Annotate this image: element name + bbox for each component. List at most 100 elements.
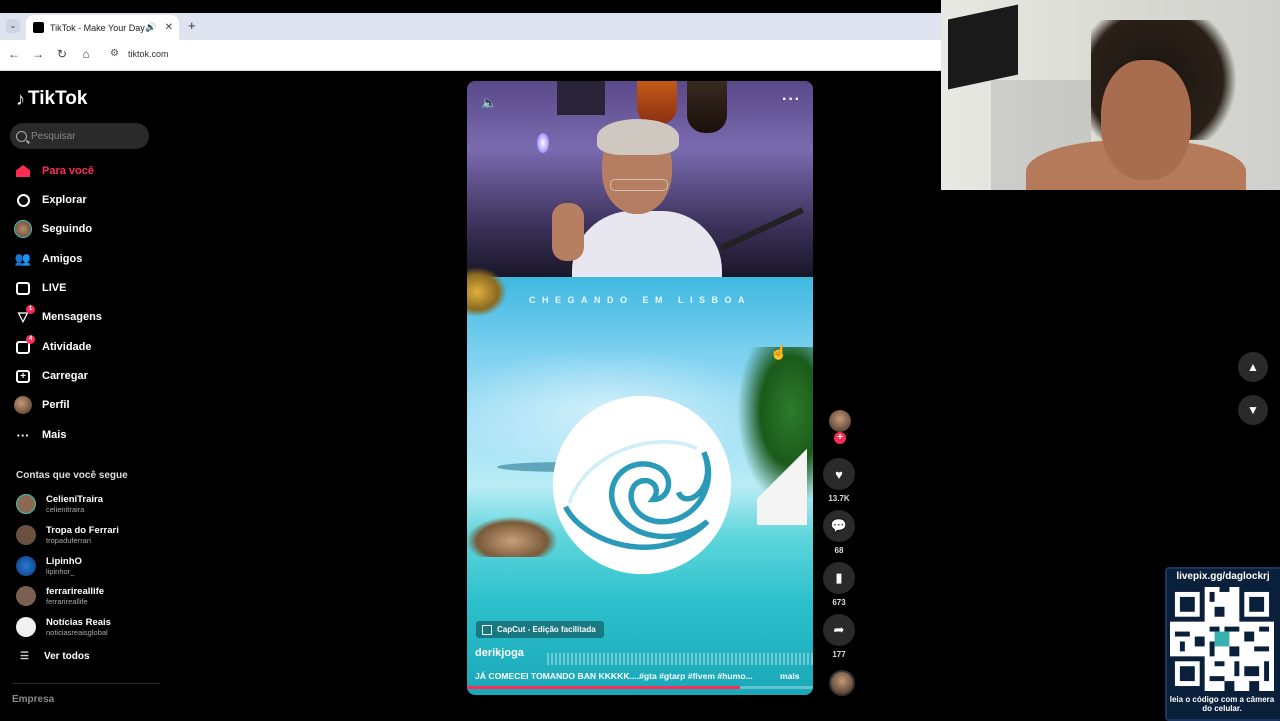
video-author[interactable]: derikjoga	[475, 647, 524, 659]
sidebar-item-atividade[interactable]: 4 Atividade	[14, 335, 164, 358]
sidebar-item-label: Seguindo	[42, 223, 93, 235]
glasses	[610, 179, 668, 191]
sidebar-item-label: LIVE	[42, 282, 67, 294]
sidebar-item-explorar[interactable]: Explorar	[14, 189, 164, 211]
account-name: CelieniTraira	[46, 493, 104, 505]
save-button[interactable]: ▮ 673	[823, 562, 855, 607]
comment-button[interactable]: 💬 68	[823, 510, 855, 555]
sidebar-item-seguindo[interactable]: Seguindo	[14, 218, 164, 240]
rock	[467, 517, 557, 557]
speaker-icon[interactable]: 🔊	[145, 22, 156, 33]
compass-icon	[14, 191, 32, 209]
upload-icon: +	[14, 367, 32, 385]
streamer-body	[572, 211, 722, 281]
qr-url: livepix.gg/daglockrj	[1176, 571, 1270, 582]
sidebar-item-label: Atividade	[42, 341, 92, 353]
creator-avatar[interactable]	[829, 410, 851, 432]
tiktok-logo[interactable]: ♪ TikTok	[16, 88, 87, 110]
sailboat	[757, 435, 807, 525]
account-item[interactable]: LipinhO lipinhor_	[16, 553, 166, 579]
sidebar-item-live[interactable]: LIVE	[14, 277, 164, 299]
messages-badge: 1	[26, 305, 35, 314]
account-name: LipinhO	[46, 555, 82, 567]
video-progress-fill	[467, 686, 741, 689]
new-tab-button[interactable]: +	[188, 18, 196, 33]
back-icon[interactable]: ←	[6, 47, 22, 61]
gameplay-scene: CHEGANDO EM LISBOA CapCut - Edição facil…	[467, 267, 813, 695]
avatar	[16, 494, 36, 514]
avatar	[16, 586, 36, 606]
footer-empresa-link[interactable]: Empresa	[12, 694, 54, 705]
search-icon	[16, 130, 27, 142]
save-count: 673	[832, 598, 846, 607]
account-handle: ferrarireallife	[46, 596, 88, 606]
search-input[interactable]: Pesquisar	[10, 123, 149, 149]
sidebar-item-mensagens[interactable]: ▽ 1 Mensagens	[14, 305, 164, 328]
wall-tv	[948, 4, 1018, 90]
avatar	[16, 617, 36, 637]
see-all-label: Ver todos	[43, 651, 90, 662]
capcut-text: CapCut - Edição facilitada	[497, 625, 596, 634]
more-dots-icon: ···	[16, 427, 30, 443]
share-arrow-icon: ➦	[823, 614, 855, 646]
qr-caption: leia o código com a câmera do celular.	[1169, 695, 1275, 713]
reload-icon[interactable]: ↻	[54, 47, 70, 61]
tune-icon[interactable]: ⚙	[110, 48, 119, 59]
avatar	[16, 556, 36, 576]
sidebar-item-label: Mensagens	[42, 311, 102, 323]
live-icon	[14, 279, 32, 297]
share-button[interactable]: ➦ 177	[823, 614, 855, 659]
palm-leaves	[467, 267, 507, 317]
close-icon[interactable]: ✕	[165, 22, 173, 33]
sidebar-item-amigos[interactable]: 👥 Amigos	[14, 248, 164, 270]
facecam-scene: 🔈 ···	[467, 81, 813, 281]
lamp	[537, 133, 549, 153]
list-icon: ☰	[20, 651, 29, 662]
sidebar-item-label: Explorar	[42, 194, 87, 206]
browser-tab[interactable]: TikTok - Make Your Day 🔊 ✕	[26, 15, 179, 40]
sidebar-item-perfil[interactable]: Perfil	[14, 394, 164, 416]
video-player[interactable]: 🔈 ··· CHEGANDO EM LISBOA CapCut - Edição…	[467, 81, 813, 695]
capcut-label[interactable]: CapCut - Edição facilitada	[476, 621, 604, 638]
divider	[12, 683, 160, 684]
forward-icon[interactable]: →	[30, 47, 46, 61]
volume-icon[interactable]: 🔈	[481, 95, 497, 111]
sidebar-item-mais[interactable]: ··· Mais	[14, 424, 164, 446]
account-item[interactable]: Notícias Reais noticiasreaisglobal	[16, 614, 166, 640]
activity-icon: 4	[14, 335, 35, 356]
tab-search-chevron-icon[interactable]: ⌄	[6, 19, 20, 33]
avatar	[16, 525, 36, 545]
like-count: 13.7K	[828, 494, 850, 503]
logo-text: TikTok	[28, 88, 88, 109]
window-top-strip	[0, 0, 941, 13]
account-handle: tropaduferrari	[46, 535, 92, 545]
more-caption-link[interactable]: mais	[780, 671, 800, 681]
see-all-link[interactable]: ☰ Ver todos	[20, 651, 90, 662]
following-section-title: Contas que você segue	[16, 470, 128, 481]
url-field[interactable]: tiktok.com	[128, 49, 169, 59]
account-handle: noticiasreaisglobal	[46, 627, 108, 637]
sidebar-item-label: Perfil	[42, 399, 70, 411]
thumbs-up-hand	[552, 203, 584, 261]
sidebar-item-label: Para você	[42, 165, 94, 177]
like-button[interactable]: ♥ 13.7K	[823, 458, 855, 503]
capcut-icon	[482, 624, 492, 635]
music-disc-avatar[interactable]	[829, 670, 855, 696]
account-handle: celienitraira	[46, 504, 85, 514]
sidebar-item-carregar[interactable]: + Carregar	[14, 365, 164, 387]
account-item[interactable]: ferrarireallife ferrarireallife	[16, 583, 166, 609]
streamer-hair	[597, 119, 679, 155]
previous-video-chevron-up-icon[interactable]: ▲	[1238, 352, 1268, 382]
video-progress-bar[interactable]	[467, 686, 813, 689]
follow-plus-icon[interactable]: +	[834, 432, 846, 444]
account-item[interactable]: CelieniTraira celienitraira	[16, 491, 166, 517]
next-video-chevron-down-icon[interactable]: ▼	[1238, 395, 1268, 425]
account-name: ferrarireallife	[46, 585, 105, 597]
account-item[interactable]: Tropa do Ferrari tropaduferrari	[16, 522, 166, 548]
friends-icon: 👥	[14, 251, 32, 266]
qr-code-icon	[1170, 587, 1274, 691]
messages-icon: ▽ 1	[14, 305, 35, 326]
sidebar-item-para-voce[interactable]: Para você	[14, 160, 164, 182]
more-options-icon[interactable]: ···	[782, 91, 801, 109]
home-icon[interactable]: ⌂	[78, 47, 94, 61]
